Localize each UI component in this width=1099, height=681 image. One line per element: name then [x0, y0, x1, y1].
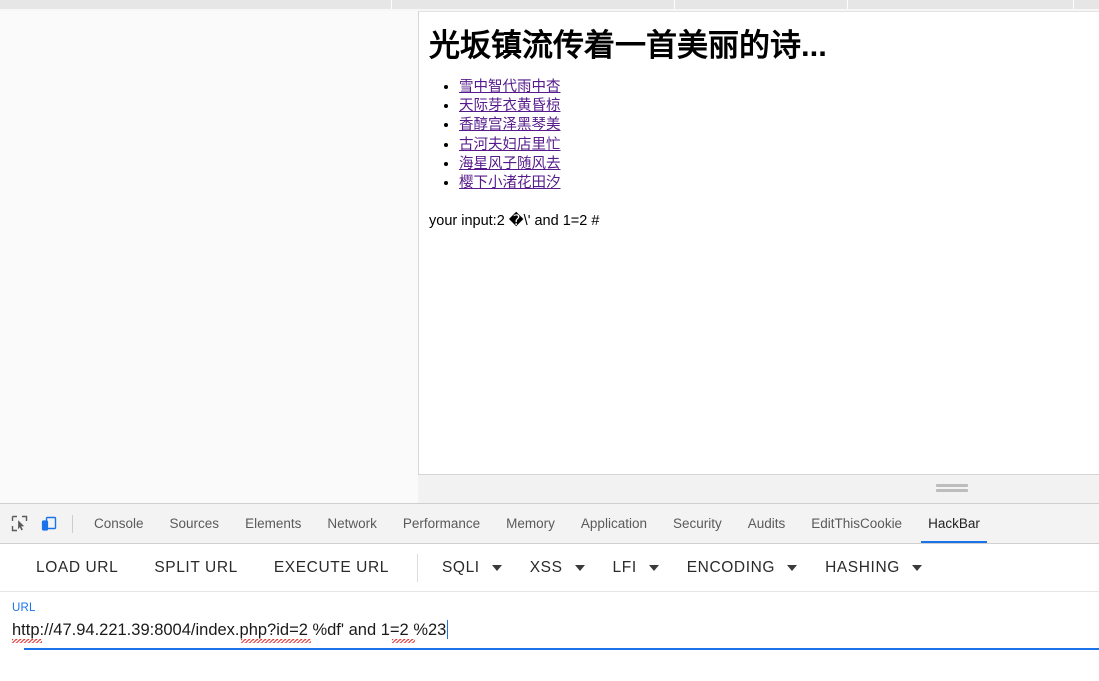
- xss-menu[interactable]: XSS: [516, 548, 599, 588]
- tab-elements[interactable]: Elements: [232, 504, 314, 543]
- toolbar-separator: [72, 514, 73, 533]
- devtools-resize-handle[interactable]: [936, 484, 968, 493]
- resize-grip-line: [936, 489, 968, 492]
- tab-hackbar[interactable]: HackBar: [915, 504, 993, 543]
- split-url-button[interactable]: SPLIT URL: [136, 548, 256, 588]
- execute-url-button[interactable]: EXECUTE URL: [256, 548, 407, 588]
- tab-performance[interactable]: Performance: [390, 504, 493, 543]
- chevron-down-icon: [648, 564, 659, 571]
- list-item: 天际芽衣黄昏椋: [459, 97, 1089, 116]
- spellcheck-squiggle: [392, 639, 415, 643]
- tab-security[interactable]: Security: [660, 504, 735, 543]
- list-item: 海星风子随风去: [459, 155, 1089, 174]
- chevron-down-icon: [787, 564, 798, 571]
- tab-separator: [847, 0, 848, 9]
- device-toolbar-icon[interactable]: [36, 511, 62, 537]
- url-input-focus-underline: [24, 648, 1099, 650]
- encoding-menu[interactable]: ENCODING: [673, 548, 811, 588]
- devtools-panel: Console Sources Elements Network Perform…: [0, 503, 1099, 681]
- tab-sources[interactable]: Sources: [157, 504, 233, 543]
- list-item: 雪中智代雨中杏: [459, 78, 1089, 97]
- hashing-menu-label: HASHING: [825, 558, 900, 576]
- tab-separator: [1073, 0, 1074, 9]
- poem-link[interactable]: 古河夫妇店里忙: [459, 137, 561, 153]
- list-item: 古河夫妇店里忙: [459, 136, 1089, 155]
- sqli-menu[interactable]: SQLI: [428, 548, 516, 588]
- spellcheck-squiggle: [12, 639, 42, 643]
- hashing-menu[interactable]: HASHING: [811, 548, 936, 588]
- poem-link-list: 雪中智代雨中杏 天际芽衣黄昏椋 香醇宫泽黑琴美 古河夫妇店里忙 海星风子随风去 …: [429, 78, 1089, 194]
- tab-console[interactable]: Console: [81, 504, 157, 543]
- poem-link[interactable]: 雪中智代雨中杏: [459, 79, 561, 95]
- encoding-menu-label: ENCODING: [686, 558, 776, 576]
- url-field-label: URL: [12, 602, 36, 614]
- tab-network[interactable]: Network: [314, 504, 390, 543]
- load-url-button[interactable]: LOAD URL: [18, 548, 136, 588]
- url-field-group: URL http://47.94.221.39:8004/index.php?i…: [0, 592, 1099, 650]
- tab-separator: [391, 0, 392, 9]
- text-cursor: [447, 620, 449, 639]
- toolbar-separator: [416, 553, 418, 582]
- poem-link[interactable]: 海星风子随风去: [459, 156, 561, 172]
- lfi-menu[interactable]: LFI: [599, 548, 673, 588]
- poem-link[interactable]: 天际芽衣黄昏椋: [459, 98, 561, 114]
- poem-link[interactable]: 香醇宫泽黑琴美: [459, 117, 561, 133]
- resize-grip-line: [936, 484, 968, 487]
- page-content: 光坂镇流传着一首美丽的诗... 雪中智代雨中杏 天际芽衣黄昏椋 香醇宫泽黑琴美 …: [419, 12, 1099, 232]
- list-item: 香醇宫泽黑琴美: [459, 116, 1089, 135]
- tab-audits[interactable]: Audits: [735, 504, 799, 543]
- sqli-menu-label: SQLI: [441, 558, 480, 576]
- your-input-output: your input:2 �\' and 1=2 #: [429, 213, 600, 230]
- tab-separator: [674, 0, 675, 9]
- spellcheck-squiggle: [241, 639, 311, 643]
- poem-link[interactable]: 樱下小渚花田汐: [459, 175, 561, 191]
- url-input[interactable]: http://47.94.221.39:8004/index.php?id=2 …: [12, 619, 446, 641]
- chevron-down-icon: [491, 564, 502, 571]
- chevron-down-icon: [574, 564, 585, 571]
- hackbar-panel: LOAD URL SPLIT URL EXECUTE URL SQLI XSS …: [0, 544, 1099, 681]
- xss-menu-label: XSS: [529, 558, 563, 576]
- url-input-wrap[interactable]: http://47.94.221.39:8004/index.php?id=2 …: [12, 619, 1099, 650]
- tab-memory[interactable]: Memory: [493, 504, 568, 543]
- page-title: 光坂镇流传着一首美丽的诗...: [429, 28, 827, 63]
- tab-editthiscookie[interactable]: EditThisCookie: [798, 504, 915, 543]
- browser-tabstrip-sliver: [0, 0, 1099, 9]
- inspect-element-icon[interactable]: [6, 511, 32, 537]
- chevron-down-icon: [911, 564, 922, 571]
- tab-application[interactable]: Application: [568, 504, 660, 543]
- devtools-tabbar: Console Sources Elements Network Perform…: [0, 504, 1099, 544]
- page-viewport: 光坂镇流传着一首美丽的诗... 雪中智代雨中杏 天际芽衣黄昏椋 香醇宫泽黑琴美 …: [418, 11, 1099, 475]
- hackbar-toolbar: LOAD URL SPLIT URL EXECUTE URL SQLI XSS …: [0, 544, 1099, 592]
- lfi-menu-label: LFI: [612, 558, 637, 576]
- list-item: 樱下小渚花田汐: [459, 174, 1089, 193]
